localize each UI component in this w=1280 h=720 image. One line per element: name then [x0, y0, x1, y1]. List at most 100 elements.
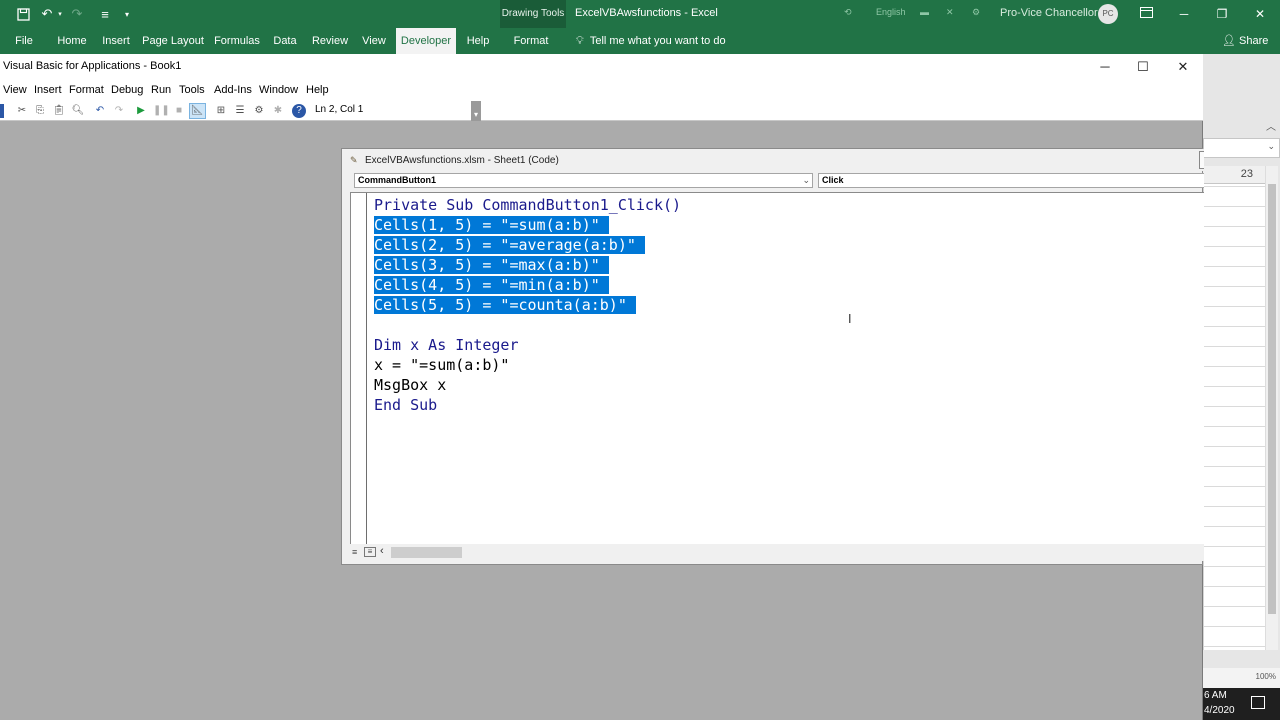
code-line[interactable]: Cells(2, 5) = "=average(a:b)"	[374, 235, 681, 255]
redo-icon[interactable]: ↷	[112, 104, 126, 118]
menu-run[interactable]: Run	[151, 84, 171, 96]
code-line[interactable]: Private Sub CommandButton1_Click()	[374, 195, 681, 215]
maximize-icon[interactable]: ❐	[1210, 4, 1234, 24]
settings-faded-icon: ⚙	[972, 7, 981, 17]
chevron-down-icon: ⌄	[802, 175, 810, 185]
properties-icon[interactable]: ☰	[233, 104, 247, 118]
scroll-thumb[interactable]	[1268, 184, 1276, 614]
sheet-vertical-scrollbar[interactable]	[1265, 166, 1278, 650]
toolbar-edge-icon[interactable]	[0, 104, 4, 118]
share-icon: 👤︎	[1222, 35, 1236, 47]
tab-home[interactable]: Home	[52, 28, 92, 54]
column-header[interactable]: 23	[1203, 166, 1265, 184]
object-browser-icon[interactable]: ⚙	[252, 104, 266, 118]
share-button[interactable]: 👤︎ Share	[1222, 28, 1268, 54]
menu-debug[interactable]: Debug	[111, 84, 143, 96]
help-icon[interactable]: ?	[292, 104, 306, 118]
vba-editor-window: Visual Basic for Applications - Book1 ─ …	[0, 54, 1204, 720]
code-line[interactable]: x = "=sum(a:b)"	[374, 355, 681, 375]
close-icon[interactable]: ✕	[1168, 57, 1198, 77]
avatar[interactable]: PC	[1098, 4, 1118, 24]
code-window-title: ExcelVBAwsfunctions.xlsm - Sheet1 (Code)	[365, 155, 559, 166]
tab-formulas[interactable]: Formulas	[212, 28, 262, 54]
menu-format[interactable]: Format	[69, 84, 104, 96]
tab-help[interactable]: Help	[462, 28, 494, 54]
redo-icon[interactable]: ↷	[68, 5, 86, 23]
procedure-dropdown[interactable]: Click	[818, 173, 1204, 188]
paste-icon[interactable]: 📋︎	[52, 104, 66, 118]
clock-time: 6 AM	[1204, 690, 1227, 701]
maximize-icon[interactable]: ☐	[1128, 57, 1158, 77]
undo-icon[interactable]: ↶	[93, 104, 107, 118]
notification-icon[interactable]	[1251, 696, 1265, 709]
code-line[interactable]: Cells(1, 5) = "=sum(a:b)"	[374, 215, 681, 235]
customize-icon[interactable]: ≡	[96, 5, 114, 23]
project-explorer-icon[interactable]: ⊞	[214, 104, 228, 118]
cursor-position: Ln 2, Col 1	[315, 104, 364, 115]
code-line[interactable]	[374, 315, 681, 335]
code-lines[interactable]: Private Sub CommandButton1_Click() Cells(…	[374, 195, 681, 415]
expand-formula-icon[interactable]: ⌄	[1267, 141, 1275, 152]
menu-view[interactable]: View	[3, 84, 27, 96]
code-window: ✎ ExcelVBAwsfunctions.xlsm - Sheet1 (Cod…	[341, 148, 1204, 565]
code-horizontal-scrollbar[interactable]: ≡ ≡ ‹	[350, 544, 1204, 561]
margin-indicator-bar[interactable]	[351, 193, 367, 545]
code-line-text: End Sub	[374, 396, 438, 414]
full-module-view-icon[interactable]: ≡	[364, 547, 376, 557]
code-line[interactable]: Cells(5, 5) = "=counta(a:b)"	[374, 295, 681, 315]
object-dropdown[interactable]: CommandButton1 ⌄	[354, 173, 813, 188]
toolbar-options-icon[interactable]: ▾	[471, 101, 481, 121]
minimize-icon[interactable]: ─	[1172, 4, 1196, 24]
code-line[interactable]: End Sub	[374, 395, 681, 415]
tab-insert[interactable]: Insert	[98, 28, 134, 54]
code-window-close-icon[interactable]	[1199, 151, 1204, 169]
toolbox-icon[interactable]: ✱	[271, 104, 285, 118]
copy-icon[interactable]: ⎘	[33, 104, 47, 118]
menu-add-ins[interactable]: Add-Ins	[214, 84, 252, 96]
scroll-left-icon[interactable]: ‹	[380, 545, 384, 557]
find-icon[interactable]: 🔍︎	[71, 104, 85, 118]
tab-page-layout[interactable]: Page Layout	[140, 28, 206, 54]
tab-format[interactable]: Format	[506, 28, 556, 54]
tab-data[interactable]: Data	[268, 28, 302, 54]
zoom-level[interactable]: 100%	[1256, 672, 1276, 681]
code-line[interactable]: Dim x As Integer	[374, 335, 681, 355]
menu-tools[interactable]: Tools	[179, 84, 205, 96]
close-icon[interactable]: ✕	[1248, 4, 1272, 24]
code-line-text: Cells(1, 5) = "=sum(a:b)"	[374, 216, 609, 234]
menu-insert[interactable]: Insert	[34, 84, 62, 96]
ribbon-display-icon[interactable]	[1134, 4, 1158, 24]
undo-dropdown-icon[interactable]: ▾	[56, 5, 64, 23]
code-line-text: Dim x As Integer	[374, 336, 519, 354]
collapse-ribbon-icon[interactable]: ︿	[1266, 118, 1276, 133]
design-mode-icon[interactable]: 📐︎	[189, 103, 206, 119]
user-name[interactable]: Pro-Vice Chancellor	[1000, 7, 1098, 19]
taskbar: 6 AM 4/2020	[1203, 688, 1280, 720]
text-cursor-icon: I	[848, 312, 852, 326]
tab-view[interactable]: View	[358, 28, 390, 54]
undo-icon[interactable]: ↶	[38, 5, 56, 23]
procedure-view-icon[interactable]: ≡	[352, 547, 362, 557]
tab-file[interactable]: File	[8, 28, 40, 54]
reset-icon[interactable]: ■	[172, 104, 186, 118]
qat-more-icon[interactable]: ▾	[122, 5, 132, 23]
cut-icon[interactable]: ✂	[15, 104, 29, 118]
run-icon[interactable]: ▶	[134, 104, 148, 118]
menu-help[interactable]: Help	[306, 84, 329, 96]
tell-me-box[interactable]: 💡︎ Tell me what you want to do	[576, 28, 726, 54]
worksheet-grid[interactable]	[1203, 166, 1265, 650]
tab-developer[interactable]: Developer	[396, 28, 456, 54]
formula-bar[interactable]: ⌄	[1203, 138, 1280, 158]
code-line[interactable]: Cells(3, 5) = "=max(a:b)"	[374, 255, 681, 275]
code-line[interactable]: Cells(4, 5) = "=min(a:b)"	[374, 275, 681, 295]
break-icon[interactable]: ❚❚	[153, 104, 170, 118]
minimize-icon[interactable]: ─	[1090, 57, 1120, 77]
scroll-thumb[interactable]	[391, 547, 462, 558]
tab-review[interactable]: Review	[308, 28, 352, 54]
code-line[interactable]: MsgBox x	[374, 375, 681, 395]
code-editor[interactable]: Private Sub CommandButton1_Click() Cells(…	[350, 192, 1204, 545]
code-window-icon: ✎	[350, 155, 358, 165]
menu-window[interactable]: Window	[259, 84, 298, 96]
code-line-text: MsgBox x	[374, 376, 447, 394]
save-icon[interactable]	[14, 5, 32, 23]
